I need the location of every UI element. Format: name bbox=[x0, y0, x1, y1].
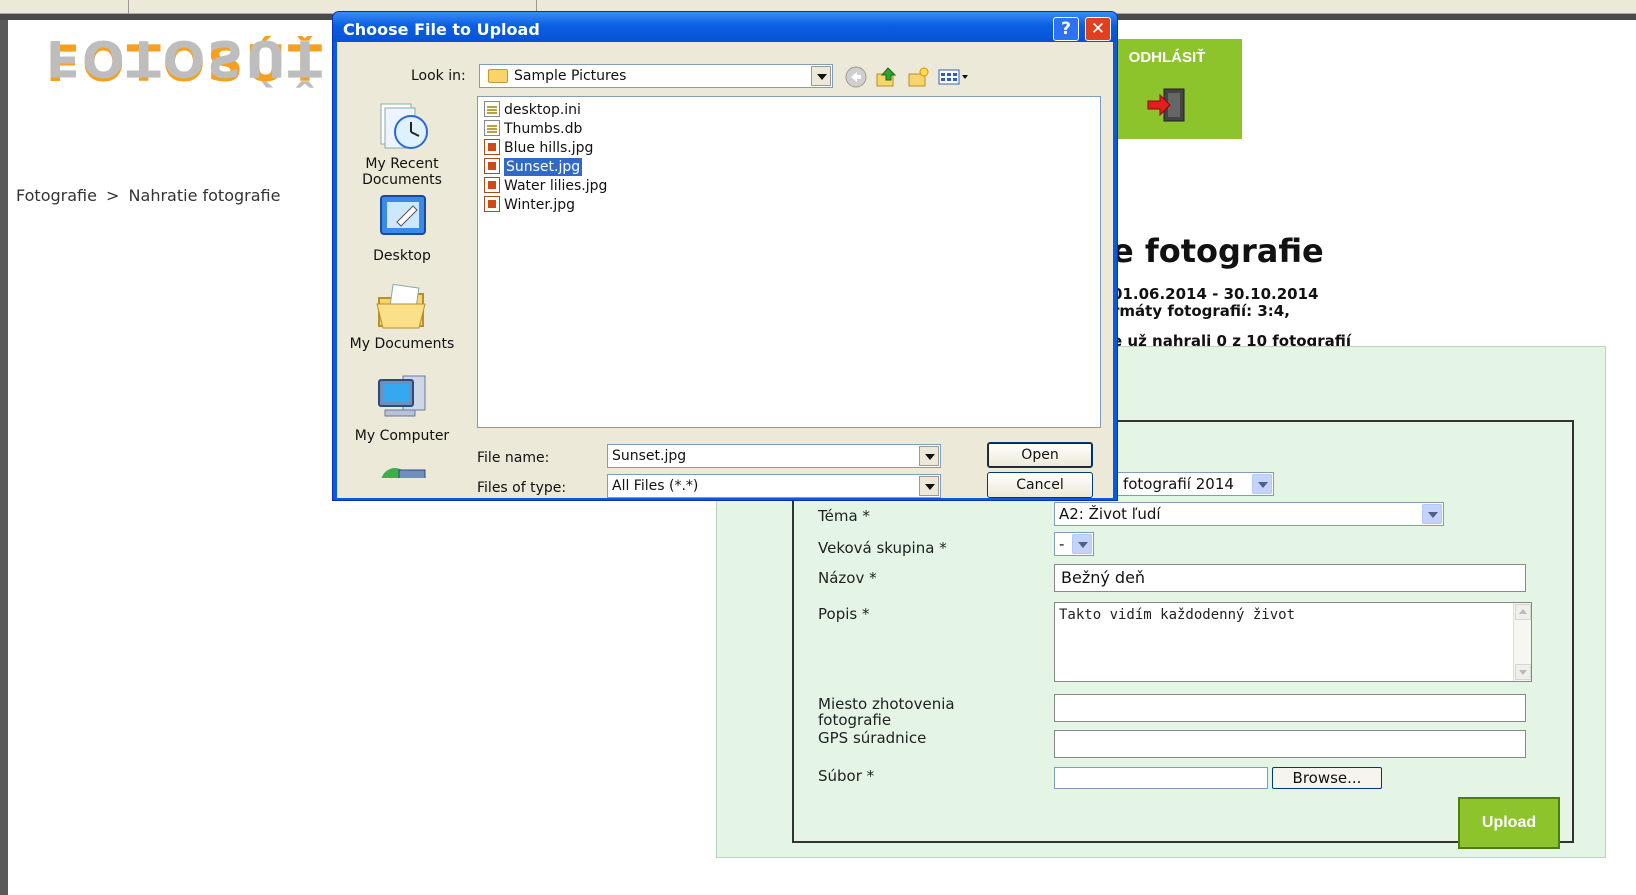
logout-icon bbox=[1147, 88, 1185, 122]
file-type-label: Files of type: bbox=[477, 480, 567, 496]
file-item[interactable]: Thumbs.db bbox=[484, 120, 582, 139]
dialog-body: Look in: Sample Pictures My Recent Docum… bbox=[337, 42, 1113, 498]
place-desktop[interactable]: Desktop bbox=[343, 192, 461, 264]
file-type-value: All Files (*.*) bbox=[612, 478, 699, 494]
file-name: Sunset.jpg bbox=[502, 157, 584, 177]
contest-info: 01.06.2014 - 30.10.2014 rmáty fotografií… bbox=[1112, 286, 1318, 320]
chevron-down-icon[interactable] bbox=[1252, 474, 1272, 494]
logo-reflection: FOTOSÚŤ bbox=[46, 36, 324, 87]
file-item[interactable]: desktop.ini bbox=[484, 101, 581, 120]
vek-select[interactable]: - bbox=[1054, 532, 1094, 556]
popis-textarea[interactable]: Takto vidím každodenný život bbox=[1054, 602, 1532, 682]
popis-text: Takto vidím každodenný život bbox=[1059, 607, 1296, 623]
image-file-icon bbox=[484, 177, 500, 193]
file-list[interactable]: desktop.ini Thumbs.db Blue hills.jpg Sun… bbox=[477, 96, 1101, 428]
new-folder-icon[interactable] bbox=[907, 66, 929, 88]
look-in-select[interactable]: Sample Pictures bbox=[479, 64, 833, 88]
browse-button[interactable]: Browse... bbox=[1272, 767, 1382, 789]
cancel-button[interactable]: Cancel bbox=[987, 472, 1093, 498]
view-menu-icon[interactable] bbox=[937, 66, 971, 88]
back-icon[interactable] bbox=[845, 66, 867, 88]
place-network[interactable] bbox=[343, 466, 461, 478]
file-item[interactable]: Winter.jpg bbox=[484, 196, 575, 215]
recent-documents-icon bbox=[380, 103, 428, 149]
miesto-input[interactable] bbox=[1054, 694, 1526, 722]
file-name-label: File name: bbox=[477, 450, 550, 466]
tema-select-value: A2: Život ľudí bbox=[1059, 505, 1161, 523]
chevron-down-icon[interactable] bbox=[919, 446, 939, 466]
places-bar: My Recent Documents Desktop My Documents bbox=[343, 96, 461, 496]
place-label: My Recent Documents bbox=[362, 156, 442, 188]
breadcrumb-separator: > bbox=[106, 186, 120, 205]
nazov-input[interactable]: Bežný deň bbox=[1054, 564, 1526, 592]
database-file-icon bbox=[484, 120, 500, 136]
subor-label: Súbor * bbox=[818, 767, 875, 785]
place-recent-documents[interactable]: My Recent Documents bbox=[343, 100, 461, 188]
look-in-value: Sample Pictures bbox=[514, 68, 627, 84]
subor-file-input[interactable] bbox=[1054, 767, 1268, 789]
dialog-titlebar[interactable]: Choose File to Upload ? ✕ bbox=[333, 12, 1117, 42]
file-name-input[interactable]: Sunset.jpg bbox=[607, 444, 941, 468]
file-name: Thumbs.db bbox=[504, 121, 583, 137]
chevron-down-icon[interactable] bbox=[811, 66, 831, 86]
open-button[interactable]: Open bbox=[987, 442, 1093, 468]
file-item[interactable]: Blue hills.jpg bbox=[484, 139, 593, 158]
chevron-down-icon[interactable] bbox=[1422, 504, 1442, 524]
file-name: Water lilies.jpg bbox=[504, 178, 608, 194]
textarea-scrollbar[interactable] bbox=[1513, 603, 1531, 681]
upload-button[interactable]: Upload bbox=[1458, 797, 1560, 849]
chevron-down-icon[interactable] bbox=[1072, 534, 1092, 554]
contest-select-value: o fotografií 2014 bbox=[1109, 475, 1234, 493]
my-computer-icon bbox=[378, 375, 426, 417]
up-folder-icon[interactable] bbox=[875, 66, 897, 88]
scroll-up-icon[interactable] bbox=[1515, 604, 1531, 620]
nazov-label: Názov * bbox=[818, 569, 877, 587]
site-logo[interactable]: FOTOSÚŤ FOTOSÚŤ bbox=[46, 36, 336, 146]
breadcrumb: Fotografie > Nahratie fotografie bbox=[16, 186, 284, 205]
vek-select-value: - bbox=[1059, 535, 1065, 553]
file-item-selected[interactable]: Sunset.jpg bbox=[484, 157, 584, 177]
tema-select[interactable]: A2: Život ľudí bbox=[1054, 502, 1444, 526]
file-name: Blue hills.jpg bbox=[504, 140, 594, 156]
image-file-icon bbox=[484, 196, 500, 212]
contest-dates: 01.06.2014 - 30.10.2014 bbox=[1112, 285, 1319, 303]
dialog-title: Choose File to Upload bbox=[343, 20, 540, 39]
my-documents-icon bbox=[376, 283, 426, 329]
contest-select[interactable]: o fotografií 2014 bbox=[1104, 472, 1274, 496]
help-button[interactable]: ? bbox=[1053, 17, 1079, 41]
place-label: My Computer bbox=[354, 428, 450, 444]
file-name: desktop.ini bbox=[504, 102, 581, 118]
file-item[interactable]: Water lilies.jpg bbox=[484, 177, 607, 196]
image-file-icon bbox=[484, 139, 500, 155]
place-my-computer[interactable]: My Computer bbox=[343, 372, 461, 444]
desktop-icon bbox=[380, 195, 426, 235]
place-label: Desktop bbox=[373, 248, 431, 264]
network-places-icon bbox=[381, 468, 426, 478]
place-my-documents[interactable]: My Documents bbox=[343, 280, 461, 352]
popis-label: Popis * bbox=[818, 605, 870, 623]
image-file-icon bbox=[484, 158, 500, 174]
breadcrumb-link-fotografie[interactable]: Fotografie bbox=[16, 186, 97, 205]
close-button[interactable]: ✕ bbox=[1085, 17, 1111, 41]
breadcrumb-current: Nahratie fotografie bbox=[128, 186, 281, 205]
photo-formats: rmáty fotografií: 3:4, bbox=[1112, 302, 1290, 320]
file-name: Winter.jpg bbox=[504, 197, 575, 213]
gps-input[interactable] bbox=[1054, 730, 1526, 758]
settings-file-icon bbox=[484, 101, 500, 117]
place-label: My Documents bbox=[349, 336, 455, 352]
file-upload-dialog: Choose File to Upload ? ✕ Look in: Sampl… bbox=[332, 11, 1118, 501]
gps-label: GPS súradnice bbox=[818, 729, 927, 747]
folder-icon bbox=[488, 69, 508, 83]
scroll-down-icon[interactable] bbox=[1515, 664, 1531, 680]
tab-separator bbox=[128, 0, 129, 14]
vek-label: Veková skupina * bbox=[818, 539, 947, 557]
chevron-down-icon[interactable] bbox=[919, 476, 939, 496]
page-title: e fotografie bbox=[1112, 232, 1324, 270]
file-name-value: Sunset.jpg bbox=[612, 448, 687, 464]
look-in-label: Look in: bbox=[411, 68, 466, 84]
miesto-label: Miesto zhotovenia fotografie bbox=[818, 695, 955, 729]
tema-label: Téma * bbox=[818, 507, 870, 525]
file-type-select[interactable]: All Files (*.*) bbox=[607, 474, 941, 498]
